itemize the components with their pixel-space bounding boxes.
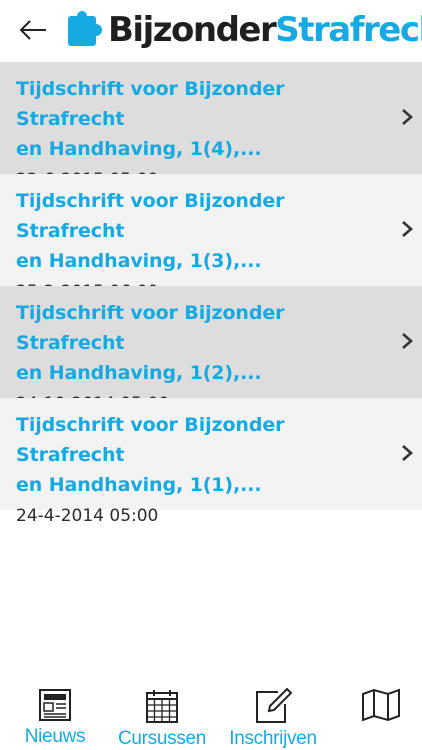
item-title: Tijdschrift voor Bijzonder Strafrecht en… [16, 74, 382, 164]
calendar-icon [146, 690, 178, 723]
item-title-line: en Handhaving, 1(4),... [16, 138, 262, 160]
item-title-line: Tijdschrift voor Bijzonder Strafrecht [16, 190, 285, 242]
bottom-tab-bar: Nieuws Cursussen Inschrijven [0, 680, 422, 750]
back-button[interactable] [18, 14, 48, 46]
newspaper-icon [39, 689, 71, 721]
logo-text-strafrecht: Strafrecht [275, 10, 422, 50]
item-title: Tijdschrift voor Bijzonder Strafrecht en… [16, 410, 382, 500]
edit-icon [256, 688, 292, 723]
list-item[interactable]: Tijdschrift voor Bijzonder Strafrecht en… [0, 398, 422, 526]
chevron-right-icon [402, 109, 413, 125]
brand-logo: BijzonderStrafrecht.n [66, 6, 422, 54]
item-title: Tijdschrift voor Bijzonder Strafrecht en… [16, 298, 382, 388]
app-header: BijzonderStrafrecht.n [0, 0, 422, 62]
tab-label: Nieuws [24, 726, 86, 747]
item-title-line: en Handhaving, 1(1),... [16, 474, 262, 496]
arrow-left-icon [19, 20, 46, 40]
chevron-right-icon [402, 221, 413, 237]
logo-text-bijzonder: Bijzonder [108, 10, 277, 50]
chevron-right-icon [402, 333, 413, 349]
puzzle-logo-icon [68, 11, 102, 46]
list-item[interactable]: Tijdschrift voor Bijzonder Strafrecht en… [0, 62, 422, 190]
tab-label: Inschrijven [229, 728, 317, 749]
list-item[interactable]: Tijdschrift voor Bijzonder Strafrecht en… [0, 174, 422, 302]
item-title-line: en Handhaving, 1(2),... [16, 362, 262, 384]
tab-cursussen[interactable]: Cursussen [112, 680, 212, 750]
tab-map[interactable] [352, 680, 410, 750]
item-date: 24-4-2014 05:00 [16, 506, 159, 526]
map-icon [362, 688, 400, 722]
item-title-line: Tijdschrift voor Bijzonder Strafrecht [16, 78, 285, 130]
tab-nieuws[interactable]: Nieuws [14, 680, 96, 750]
tab-label: Cursussen [117, 728, 207, 749]
item-title-line: Tijdschrift voor Bijzonder Strafrecht [16, 414, 285, 466]
article-list: Tijdschrift voor Bijzonder Strafrecht en… [0, 62, 422, 526]
item-title-line: Tijdschrift voor Bijzonder Strafrecht [16, 302, 285, 354]
chevron-right-icon [402, 445, 413, 461]
item-title-line: en Handhaving, 1(3),... [16, 250, 262, 272]
tab-inschrijven[interactable]: Inschrijven [224, 680, 322, 750]
item-title: Tijdschrift voor Bijzonder Strafrecht en… [16, 186, 382, 276]
list-item[interactable]: Tijdschrift voor Bijzonder Strafrecht en… [0, 286, 422, 414]
